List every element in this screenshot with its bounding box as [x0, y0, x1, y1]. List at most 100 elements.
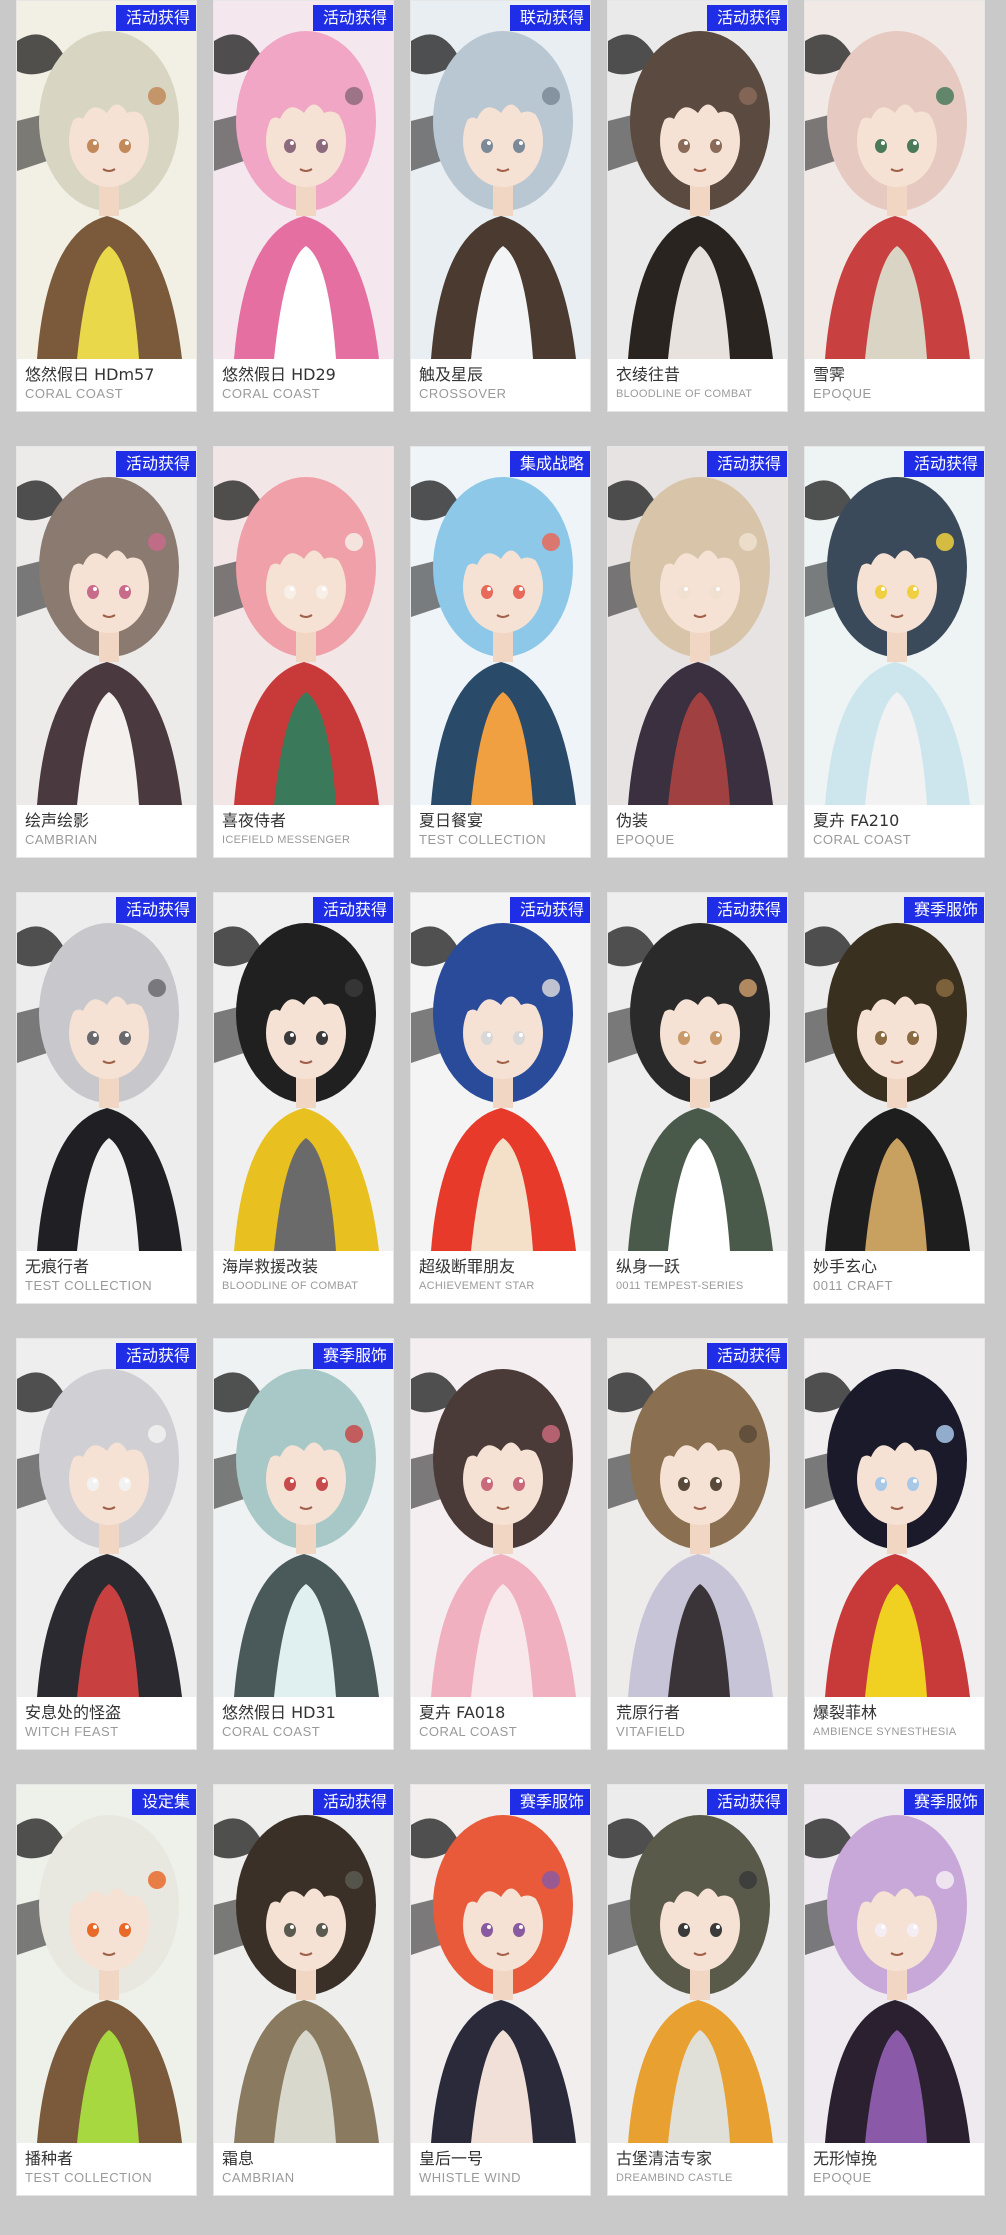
skin-info: 触及星辰 CROSSOVER	[411, 359, 590, 411]
skin-series: CAMBRIAN	[25, 832, 98, 847]
skin-name: 喜夜侍者	[222, 811, 287, 830]
skin-artwork	[17, 893, 196, 1251]
skin-name: 悠然假日 HDm57	[25, 365, 155, 384]
skin-card[interactable]: 活动获得 无痕行者 TEST COLLECTION	[16, 892, 197, 1304]
skin-info: 绘声绘影 CAMBRIAN	[17, 805, 196, 857]
skin-info: 夏卉 FA018 CORAL COAST	[411, 1697, 590, 1749]
skin-series: EPOQUE	[813, 2170, 872, 2185]
skin-series: WHISTLE WIND	[419, 2170, 522, 2185]
skin-series: WITCH FEAST	[25, 1724, 119, 1739]
skin-info: 超级断罪朋友 ACHIEVEMENT STAR	[411, 1251, 590, 1303]
skin-card[interactable]: 赛季服饰 悠然假日 HD31 CORAL COAST	[213, 1338, 394, 1750]
skin-artwork	[17, 1339, 196, 1697]
skin-illustration	[608, 1, 787, 359]
skin-illustration	[17, 1339, 196, 1697]
skin-series: ACHIEVEMENT STAR	[419, 1280, 535, 1292]
skin-illustration	[411, 893, 590, 1251]
skin-name: 纵身一跃	[616, 1257, 681, 1276]
skin-card[interactable]: 设定集播种者 TEST COLLECTION	[16, 1784, 197, 2196]
skin-card[interactable]: 雪霁 EPOQUE	[804, 0, 985, 412]
skin-artwork	[608, 1, 787, 359]
skin-card[interactable]: 联动获得触及星辰 CROSSOVER	[410, 0, 591, 412]
acquisition-badge: 联动获得	[509, 5, 590, 31]
skin-artwork	[214, 893, 393, 1251]
skin-name: 无形悼挽	[813, 2149, 878, 2168]
acquisition-badge: 赛季服饰	[903, 897, 984, 923]
skin-name: 皇后一号	[419, 2149, 484, 2168]
skin-artwork	[608, 1785, 787, 2143]
skin-artwork	[805, 1, 984, 359]
acquisition-badge: 赛季服饰	[509, 1789, 590, 1815]
skin-name: 安息处的怪盗	[25, 1703, 122, 1722]
skin-artwork	[214, 1785, 393, 2143]
acquisition-badge: 活动获得	[706, 1789, 787, 1815]
skin-series: DREAMBIND CASTLE	[616, 2172, 733, 2184]
skin-card[interactable]: 活动获得古堡清洁专家 DREAMBIND CASTLE	[607, 1784, 788, 2196]
skin-info: 衣绫往昔 BLOODLINE OF COMBAT	[608, 359, 787, 411]
skin-card[interactable]: 活动获得 绘声绘影 CAMBRIAN	[16, 446, 197, 858]
skin-card[interactable]: 活动获得 海岸救援改装 BLOODLINE OF COMBAT	[213, 892, 394, 1304]
skin-artwork	[214, 447, 393, 805]
skin-info: 无形悼挽 EPOQUE	[805, 2143, 984, 2195]
skin-card[interactable]: 活动获得 衣绫往昔 BLOODLINE OF COMBAT	[607, 0, 788, 412]
skin-card[interactable]: 赛季服饰 妙手玄心 0011 CRAFT	[804, 892, 985, 1304]
skin-series: TEST COLLECTION	[25, 2170, 153, 2185]
skin-series: TEST COLLECTION	[25, 1278, 153, 1293]
skin-name: 悠然假日 HD29	[222, 365, 336, 384]
skin-artwork	[411, 1339, 590, 1697]
skin-card[interactable]: 喜夜侍者 ICEFIELD MESSENGER	[213, 446, 394, 858]
skin-artwork	[411, 1, 590, 359]
skin-card[interactable]: 活动获得安息处的怪盗 WITCH FEAST	[16, 1338, 197, 1750]
skin-card[interactable]: 活动获得 悠然假日 HD29 CORAL COAST	[213, 0, 394, 412]
skin-card[interactable]: 赛季服饰皇后一号 WHISTLE WIND	[410, 1784, 591, 2196]
acquisition-badge: 集成战略	[509, 451, 590, 477]
skin-info: 夏日餐宴 TEST COLLECTION	[411, 805, 590, 857]
skin-card[interactable]: 赛季服饰无形悼挽 EPOQUE	[804, 1784, 985, 2196]
skin-name: 荒原行者	[616, 1703, 681, 1722]
skin-card[interactable]: 活动获得 霜息 CAMBRIAN	[213, 1784, 394, 2196]
skin-info: 霜息 CAMBRIAN	[214, 2143, 393, 2195]
skin-series: 0011 TEMPEST-SERIES	[616, 1280, 744, 1292]
skin-card[interactable]: 活动获得 超级断罪朋友 ACHIEVEMENT STAR	[410, 892, 591, 1304]
skin-card[interactable]: 集成战略夏日餐宴 TEST COLLECTION	[410, 446, 591, 858]
skin-card[interactable]: 夏卉 FA018 CORAL COAST	[410, 1338, 591, 1750]
skin-info: 播种者 TEST COLLECTION	[17, 2143, 196, 2195]
skin-name: 伪装	[616, 811, 649, 830]
skin-illustration	[805, 1339, 984, 1697]
skin-series: AMBIENCE SYNESTHESIA	[813, 1726, 957, 1738]
skin-illustration	[608, 1785, 787, 2143]
skin-info: 伪装 EPOQUE	[608, 805, 787, 857]
acquisition-badge: 活动获得	[706, 1343, 787, 1369]
skin-card[interactable]: 活动获得伪装 EPOQUE	[607, 446, 788, 858]
skin-illustration	[17, 1785, 196, 2143]
skin-artwork	[411, 893, 590, 1251]
skin-name: 古堡清洁专家	[616, 2149, 713, 2168]
skin-name: 绘声绘影	[25, 811, 90, 830]
skin-card[interactable]: 活动获得 纵身一跃 0011 TEMPEST-SERIES	[607, 892, 788, 1304]
skin-series: BLOODLINE OF COMBAT	[616, 388, 753, 400]
skin-series: VITAFIELD	[616, 1724, 686, 1739]
skin-series: CORAL COAST	[419, 1724, 518, 1739]
skin-artwork	[17, 1785, 196, 2143]
acquisition-badge: 活动获得	[115, 897, 196, 923]
skin-name: 触及星辰	[419, 365, 484, 384]
skin-artwork	[608, 447, 787, 805]
skin-card[interactable]: 活动获得 夏卉 FA210 CORAL COAST	[804, 446, 985, 858]
acquisition-badge: 活动获得	[115, 1343, 196, 1369]
skin-illustration	[214, 1785, 393, 2143]
skin-artwork	[214, 1339, 393, 1697]
skin-illustration	[411, 1, 590, 359]
skin-series: BLOODLINE OF COMBAT	[222, 1280, 359, 1292]
acquisition-badge: 活动获得	[706, 451, 787, 477]
skin-illustration	[214, 1, 393, 359]
skin-name: 雪霁	[813, 365, 846, 384]
acquisition-badge: 设定集	[131, 1789, 196, 1815]
skin-illustration	[17, 1, 196, 359]
skin-card[interactable]: 爆裂菲林 AMBIENCE SYNESTHESIA	[804, 1338, 985, 1750]
skin-card[interactable]: 活动获得 悠然假日 HDm57 CORAL COAST	[16, 0, 197, 412]
acquisition-badge: 赛季服饰	[903, 1789, 984, 1815]
skin-name: 海岸救援改装	[222, 1257, 319, 1276]
skin-series: EPOQUE	[616, 832, 675, 847]
skin-card[interactable]: 活动获得荒原行者 VITAFIELD	[607, 1338, 788, 1750]
skin-artwork	[214, 1, 393, 359]
